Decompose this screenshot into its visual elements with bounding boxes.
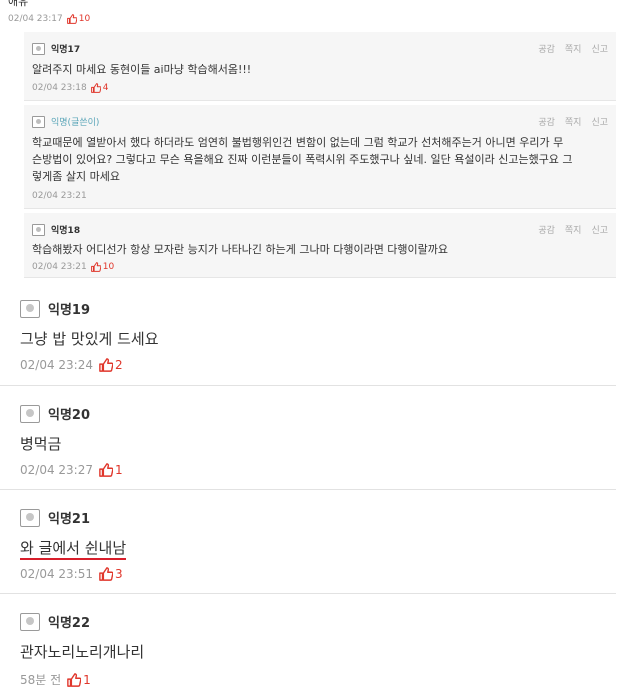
thumbs-up-icon [90,83,101,93]
like-count: 3 [114,567,123,581]
reply-meta: 02/04 23:18 4 [32,83,108,93]
comment-meta: 02/04 23:51 3 [20,567,123,581]
like-count: 10 [102,262,115,272]
anonymous-avatar-icon [20,404,40,423]
comment-item: 익명22 관자노리노리개나리 58분 전 1 [0,594,616,691]
comment-author: 익명19 [20,299,90,318]
cut-comment-text: 애유 [8,0,29,8]
comment-item: 익명19 그냥 밥 맛있게 드세요 02/04 23:24 2 [0,281,616,386]
anonymous-avatar-icon [20,299,40,318]
report-button[interactable]: 신고 [591,115,608,128]
reply-author-name: 익명(글쓴이) [51,118,100,128]
comment-text: 와 글에서 쉰내남 [20,537,127,560]
like-button[interactable]: 2 [99,358,123,372]
reply-author-name: 익명17 [51,45,81,55]
reply-actions: 공감 쪽지 신고 [538,42,608,55]
comment-text: 병먹금 [20,435,62,453]
like-button[interactable]: 3 [99,567,123,581]
comment-item: 익명20 병먹금 02/04 23:27 1 [0,386,616,490]
like-button[interactable]: 1 [67,673,91,687]
like-button[interactable]: 1 [99,463,123,477]
reply-text: 학교때문에 열받아서 했다 하더라도 엄연히 불법행위인건 변함이 없는데 그럼… [32,134,608,185]
comment-author-name: 익명22 [48,616,91,631]
like-button[interactable]: 4 [90,83,109,93]
reply-text-line: 렇게좀 살지 마세요 [32,170,120,183]
empathy-button[interactable]: 공감 [538,115,555,128]
comment-time: 02/04 23:27 [20,463,93,477]
reply-text: 알려주지 마세요 동현이들 ai마냥 학습해서옴!!! [32,61,608,78]
reply-item: 익명17 공감 쪽지 신고 알려주지 마세요 동현이들 ai마냥 학습해서옴!!… [24,32,616,101]
reply-meta: 02/04 23:21 10 [32,262,114,272]
comment-meta: 02/04 23:24 2 [20,358,123,372]
message-button[interactable]: 쪽지 [565,223,582,236]
reply-meta: 02/04 23:21 [32,191,87,201]
reply-actions: 공감 쪽지 신고 [538,223,608,236]
empathy-button[interactable]: 공감 [538,223,555,236]
comment-meta: 02/04 23:17 10 [8,14,90,24]
like-count: 4 [102,83,109,93]
comment-meta: 02/04 23:27 1 [20,463,123,477]
comment-meta: 58분 전 1 [20,671,91,688]
empathy-button[interactable]: 공감 [538,42,555,55]
comment-author-name: 익명21 [48,512,91,527]
anonymous-avatar-icon [32,115,45,128]
thumbs-up-icon [67,672,82,687]
message-button[interactable]: 쪽지 [565,42,582,55]
reply-text: 학습해봤자 어디선가 항상 모자란 능지가 나타나긴 하는게 그나마 다행이라면… [32,241,608,258]
reply-time: 02/04 23:18 [32,83,87,93]
like-button[interactable]: 10 [66,14,91,24]
reply-header: 익명18 [32,223,80,236]
thumbs-up-icon [66,14,77,24]
reply-header: 익명17 [32,42,80,55]
comment-author-name: 익명20 [48,408,91,423]
anonymous-avatar-icon [32,42,45,55]
comment-item: 익명21 와 글에서 쉰내남 02/04 23:51 3 [0,490,616,594]
comment-time: 02/04 23:51 [20,567,93,581]
top-comment-section: 애유 02/04 23:17 10 익명17 공감 쪽지 신고 알려주지 마세요… [0,0,640,278]
like-count: 1 [83,672,91,687]
comment-text: 관자노리노리개나리 [20,643,145,661]
like-count: 1 [114,463,123,477]
comment-author: 익명20 [20,404,90,423]
like-count: 10 [78,14,91,24]
comment-time: 02/04 23:24 [20,358,93,372]
reply-text-line: 학습해봤자 어디선가 항상 모자란 능지가 나타나긴 하는게 그나마 다행이라면… [32,243,449,256]
thumbs-up-icon [99,358,113,372]
reply-header: 익명(글쓴이) [32,115,99,128]
thumbs-up-icon [99,463,113,477]
thumbs-up-icon [90,262,101,272]
report-button[interactable]: 신고 [591,42,608,55]
reply-text-line: 학교때문에 열받아서 했다 하더라도 엄연히 불법행위인건 변함이 없는데 그럼… [32,136,564,149]
reply-time: 02/04 23:21 [32,191,87,201]
highlighted-comment-text: 와 글에서 쉰내남 [20,539,127,560]
reply-author-name: 익명18 [51,226,81,236]
comment-time: 02/04 23:17 [8,14,63,24]
reply-item: 익명(글쓴이) 공감 쪽지 신고 학교때문에 열받아서 했다 하더라도 엄연히 … [24,105,616,209]
comment-author: 익명22 [20,612,90,631]
reply-actions: 공감 쪽지 신고 [538,115,608,128]
message-button[interactable]: 쪽지 [565,115,582,128]
anonymous-avatar-icon [20,612,40,631]
reply-time: 02/04 23:21 [32,262,87,272]
thumbs-up-icon [99,567,113,581]
comment-author: 익명21 [20,508,90,527]
like-count: 2 [114,358,123,372]
like-button[interactable]: 10 [90,262,115,272]
report-button[interactable]: 신고 [591,223,608,236]
comment-author-name: 익명19 [48,303,91,318]
anonymous-avatar-icon [32,223,45,236]
reply-text-line: 알려주지 마세요 동현이들 ai마냥 학습해서옴!!! [32,63,252,76]
reply-item: 익명18 공감 쪽지 신고 학습해봤자 어디선가 항상 모자란 능지가 나타나긴… [24,213,616,278]
comment-list: 익명19 그냥 밥 맛있게 드세요 02/04 23:24 2 익명20 병먹금… [0,281,640,691]
comment-text: 그냥 밥 맛있게 드세요 [20,330,159,348]
anonymous-avatar-icon [20,508,40,527]
reply-text-line: 슨방법이 있어요? 그렇다고 무슨 욕을해요 진짜 이런분들이 폭력시위 주도했… [32,153,573,166]
comment-time: 58분 전 [20,673,62,687]
